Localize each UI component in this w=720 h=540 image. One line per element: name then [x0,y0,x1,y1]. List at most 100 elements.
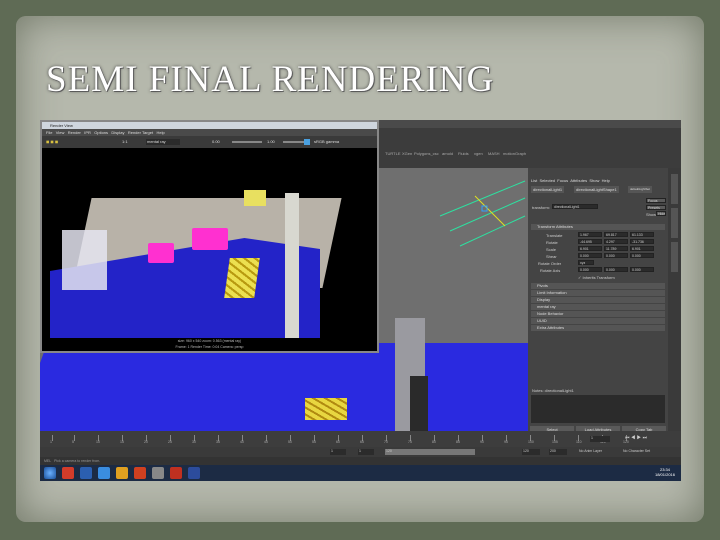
rv-menu-view[interactable]: View [56,130,65,135]
timeline-tick-label: 5 [72,440,74,444]
range-bar[interactable]: 120 [385,449,475,455]
translate-y[interactable]: 69.817 [604,232,628,237]
rotate-y[interactable]: 4.297 [604,239,628,244]
range-end-field[interactable]: 120 [522,449,540,455]
rv-zoom-label[interactable]: 1:1 [122,139,128,144]
translate-x[interactable]: 1.967 [578,232,602,237]
character-set-select[interactable]: No Character Set [622,449,677,455]
rv-menu-help[interactable]: Help [156,130,164,135]
shear-x[interactable]: 0.000 [578,253,602,258]
maya-screenshot: TURTLE XGen Polygons_csc arnold Fluids x… [40,120,681,481]
rotate-axis-y[interactable]: 0.000 [604,267,628,272]
rv-gamma-value[interactable]: 1.00 [267,139,275,144]
help-line: Pick a camera to render from. [54,459,101,463]
show-button[interactable]: Show [646,212,656,217]
section-uuid[interactable]: UUID [531,318,665,324]
shear-y[interactable]: 0.000 [604,253,628,258]
range-start-field[interactable]: 1 [330,449,346,455]
side-tab-channel-box[interactable] [671,174,678,204]
chrome-icon[interactable] [62,467,74,479]
shelf-tab[interactable]: xgen [474,151,483,156]
render-frame-icon[interactable]: ◼ ◼ ◼ [46,139,58,144]
rotate-axis-z[interactable]: 0.000 [630,267,654,272]
maya-icon[interactable] [152,467,164,479]
presets-button[interactable]: Presets [646,205,666,210]
rotate-order-select[interactable]: xyz [578,260,594,265]
shelf-tab[interactable]: MASH [488,151,500,156]
menu-focus[interactable]: Focus [557,178,568,183]
command-line[interactable]: MEL Pick a camera to render from. [40,457,681,465]
side-tab-attribute-editor[interactable] [671,242,678,272]
rv-menu-ipr[interactable]: IPR [84,130,91,135]
menu-list[interactable]: List [531,178,537,183]
section-node-behavior[interactable]: Node Behavior [531,311,665,317]
rotate-z[interactable]: -31.736 [630,239,654,244]
hide-button[interactable]: Hide [656,211,666,216]
section-pivots[interactable]: Pivots [531,283,665,289]
render-view-title[interactable]: Render View [42,122,377,129]
range-slider[interactable]: 1 1 120 120 200 No Anim Layer No Charact… [40,447,681,457]
focus-button[interactable]: Focus [646,198,666,203]
range-play-start-field[interactable]: 1 [358,449,374,455]
media-icon[interactable] [134,467,146,479]
anim-layer-select[interactable]: No Anim Layer [578,449,618,455]
shelf-tab[interactable]: arnold [442,151,453,156]
render-view-window[interactable]: Render View File View Render IPR Options… [40,120,379,353]
tab-light-shape[interactable]: directionalLightShape1 [574,186,619,193]
rv-menu-render-target[interactable]: Render Target [128,130,153,135]
color-management-icon[interactable] [304,139,310,145]
shelf-tab[interactable]: TURTLE [385,151,400,156]
start-button-icon[interactable] [44,467,56,479]
shelf-tab[interactable]: Polygons_csc [414,151,439,156]
tab-directional-light[interactable]: directionalLight1 [531,186,565,193]
section-mental-ray[interactable]: mental ray [531,304,665,310]
scale-y[interactable]: 11.789 [604,246,628,251]
rv-exposure-slider[interactable] [232,141,262,143]
shear-z[interactable]: 0.000 [630,253,654,258]
render-view-menu[interactable]: File View Render IPR Options Display Ren… [42,129,377,136]
translate-z[interactable]: 61.133 [630,232,654,237]
section-limit-information[interactable]: Limit Information [531,290,665,296]
notes-field[interactable] [531,395,665,423]
word-icon[interactable] [188,467,200,479]
shelf-tab[interactable]: motionGraph [503,151,526,156]
section-transform-attributes[interactable]: Transform Attributes [531,224,665,230]
rv-color-profile[interactable]: sRGB gamma [314,139,339,144]
rv-menu-file[interactable]: File [46,130,52,135]
light-manipulator[interactable] [435,176,528,251]
scale-x[interactable]: 6.901 [578,246,602,251]
powerpoint-icon[interactable] [170,467,182,479]
shelf-tab[interactable]: Fluids [458,151,469,156]
rv-menu-render[interactable]: Render [68,130,81,135]
ie-icon[interactable] [98,467,110,479]
scale-z[interactable]: 6.901 [630,246,654,251]
tab-light-set[interactable]: defaultLightSet [628,186,653,193]
rotate-axis-x[interactable]: 0.000 [578,267,602,272]
playback-controls[interactable]: ⏮ ◀ ▶ ⏭ [625,435,647,441]
timeline-tick-label: 20 [144,440,148,444]
side-tab-modeling-toolkit[interactable] [671,208,678,238]
inherits-transform-checkbox[interactable]: ✓ Inherits Transform [578,275,615,280]
folder-icon[interactable] [116,467,128,479]
menu-attributes[interactable]: Attributes [570,178,587,183]
menu-help[interactable]: Help [602,178,610,183]
shelf-tab[interactable]: XGen [402,151,412,156]
transform-name-field[interactable]: directionalLight1 [552,204,598,209]
viewport-table[interactable] [305,398,347,420]
section-extra-attributes[interactable]: Extra Attributes [531,325,665,331]
attr-menu[interactable]: List Selected Focus Attributes Show Help [531,178,610,183]
render-view-toolbar: ◼ ◼ ◼ 1:1 mental ray 0.00 1.00 sRGB gamm… [42,136,377,148]
rv-menu-display[interactable]: Display [111,130,124,135]
taskbar-clock[interactable]: 23:34 18/01/2016 [655,467,675,477]
rv-exposure-value[interactable]: 0.00 [212,139,220,144]
range-max-field[interactable]: 200 [549,449,567,455]
section-display[interactable]: Display [531,297,665,303]
rv-camera-select[interactable]: mental ray [146,139,180,145]
rv-menu-options[interactable]: Options [94,130,108,135]
rotate-x[interactable]: -44.695 [578,239,602,244]
timeline[interactable]: 1 5 10 15 20 25 30 35 40 45 50 55 60 65 … [40,431,681,447]
explorer-icon[interactable] [80,467,92,479]
current-frame-field[interactable]: 1 [590,436,610,442]
menu-selected[interactable]: Selected [539,178,555,183]
menu-show[interactable]: Show [589,178,599,183]
